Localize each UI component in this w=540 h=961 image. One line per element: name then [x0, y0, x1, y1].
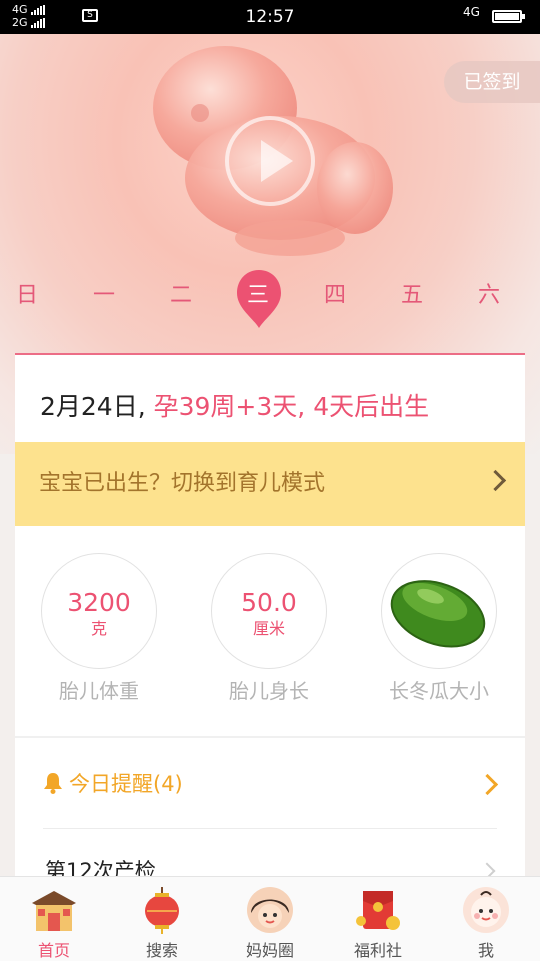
switch-mode-text: 宝宝已出生？切换到育儿模式 [39, 471, 326, 496]
length-value: 50.0 [241, 588, 297, 617]
tab-welfare-label: 福利社 [353, 941, 402, 960]
weekday-sun[interactable]: 日 [7, 280, 47, 312]
tab-me-label: 我 [477, 941, 494, 960]
weekday-thu[interactable]: 四 [315, 280, 355, 312]
today-reminder[interactable]: 今日提醒(4) [43, 768, 183, 798]
bottom-tab-bar: 首页 搜索 妈妈圈 福利社 我 [0, 876, 540, 961]
weekday-selector: 日 一 二 三 四 五 六 [0, 280, 540, 320]
weight-value: 3200 [67, 588, 131, 617]
section-divider [15, 736, 525, 738]
tab-search-label: 搜索 [145, 941, 178, 960]
weekday-sat[interactable]: 六 [469, 280, 509, 312]
tab-mom-circle[interactable]: 妈妈圈 [216, 877, 324, 961]
lantern-icon [145, 887, 179, 934]
length-unit: 厘米 [252, 619, 285, 638]
tab-home[interactable]: 首页 [0, 877, 108, 961]
mom-avatar-icon [247, 887, 293, 933]
weekday-wed[interactable]: 三 [238, 280, 278, 312]
status-bar: 4G 2G S 12:57 4G [0, 0, 540, 34]
weight-unit: 克 [90, 619, 107, 638]
pregnancy-week: 孕39周+3天, [153, 392, 306, 421]
tab-search[interactable]: 搜索 [108, 877, 216, 961]
reminder-label: 今日提醒(4) [69, 772, 183, 796]
length-circle[interactable]: 50.0 厘米 [211, 553, 327, 669]
weekday-mon[interactable]: 一 [84, 280, 124, 312]
days-to-birth: 4天后出生 [313, 392, 430, 421]
weekday-tue[interactable]: 二 [161, 280, 201, 312]
size-circle[interactable] [381, 553, 497, 669]
network-label-right: 4G [463, 5, 480, 19]
date-summary: 2月24日, 孕39周+3天, 4天后出生 [40, 387, 429, 423]
weight-circle[interactable]: 3200 克 [41, 553, 157, 669]
battery-icon [492, 10, 525, 23]
size-label: 长冬瓜大小 [389, 679, 489, 703]
bell-icon [44, 773, 62, 794]
chevron-right-icon [476, 773, 499, 796]
weight-label: 胎儿体重 [59, 679, 139, 703]
tab-welfare[interactable]: 福利社 [324, 877, 432, 961]
current-date: 2月24日, [40, 392, 146, 421]
chevron-right-icon [484, 469, 507, 492]
tab-home-label: 首页 [37, 941, 70, 960]
clock: 12:57 [245, 7, 295, 27]
red-packet-icon [356, 891, 400, 930]
length-label: 胎儿身长 [229, 679, 309, 703]
winter-melon-image [390, 580, 486, 648]
pregnancy-card: 2月24日, 孕39周+3天, 4天后出生 宝宝已出生？切换到育儿模式 3200… [15, 353, 525, 885]
signed-in-button[interactable]: 已签到 [444, 61, 540, 103]
switch-mode-banner[interactable]: 宝宝已出生？切换到育儿模式 [15, 442, 525, 526]
tab-me[interactable]: 我 [432, 877, 540, 961]
baby-avatar-icon [463, 887, 509, 933]
weekday-fri[interactable]: 五 [392, 280, 432, 312]
house-icon [32, 891, 76, 931]
list-divider [43, 828, 497, 829]
play-icon[interactable] [225, 116, 315, 206]
tab-mom-circle-label: 妈妈圈 [245, 941, 294, 960]
